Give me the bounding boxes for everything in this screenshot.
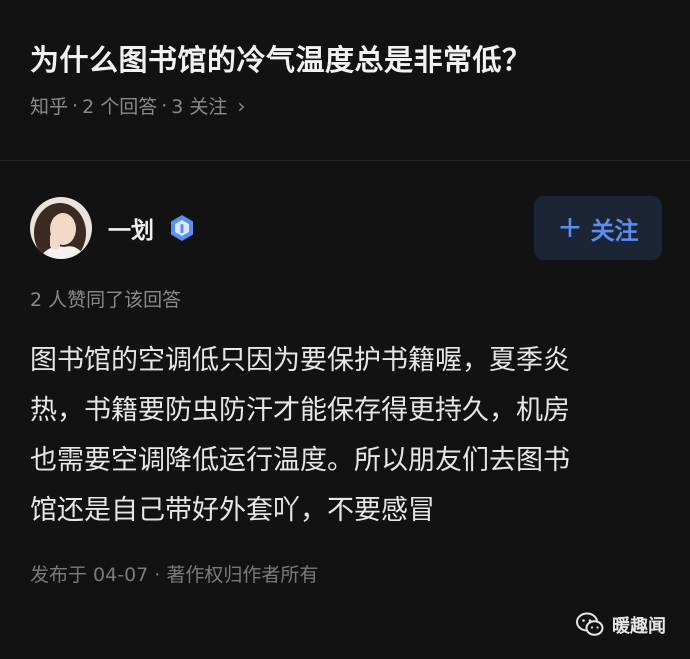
answer-line: 也需要空调降低运行温度。所以朋友们去图书 [30, 445, 570, 476]
watermark: 暖趣闻 [576, 612, 666, 638]
answer-line: 图书馆的空调低只因为要保护书籍喔，夏季炎 [30, 345, 570, 376]
follow-button-label: 关注 [590, 216, 639, 245]
avatar[interactable] [30, 197, 92, 259]
answer-count: 2 个回答 [82, 96, 158, 118]
wechat-icon [576, 612, 604, 636]
plus-icon: + [557, 210, 583, 245]
follow-button[interactable]: + 关注 [534, 196, 662, 260]
meta-separator: · [72, 94, 79, 117]
follower-count: 3 关注 [171, 96, 228, 118]
answer-line: 馆还是自己带好外套吖，不要感冒 [30, 495, 435, 526]
watermark-text: 暖趣闻 [612, 616, 666, 637]
likes-count[interactable]: 2 人赞同了该回答 [30, 285, 181, 312]
verified-badge-icon [171, 215, 193, 241]
source-label: 知乎 [30, 96, 69, 118]
question-title[interactable]: 为什么图书馆的冷气温度总是非常低？ [30, 38, 670, 82]
chevron-right-icon: › [237, 93, 246, 118]
author-row: 一划 + 关注 [30, 196, 662, 260]
question-meta[interactable]: 知乎 · 2 个回答 · 3 关注 › [30, 92, 670, 119]
answer-line: 热，书籍要防虫防汗才能保存得更持久，机房 [30, 395, 570, 426]
publish-info: 发布于 04-07 · 著作权归作者所有 [30, 564, 319, 586]
answer-body[interactable]: 图书馆的空调低只因为要保护书籍喔，夏季炎 热，书籍要防虫防汗才能保存得更持久，机… [30, 336, 670, 536]
question-header: 为什么图书馆的冷气温度总是非常低？ 知乎 · 2 个回答 · 3 关注 › [30, 38, 670, 119]
author-name[interactable]: 一划 [108, 211, 154, 245]
divider [0, 160, 690, 161]
meta-separator: · [161, 94, 168, 117]
